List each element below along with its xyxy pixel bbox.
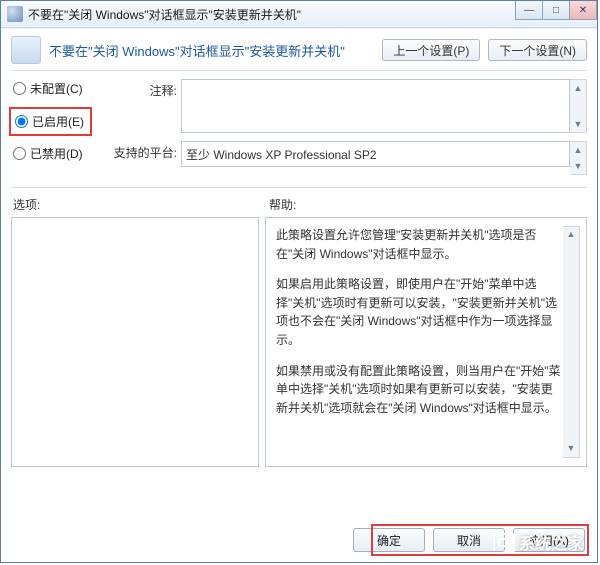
radio-disabled-label: 已禁用(D) [30,145,83,162]
comment-scrollbar[interactable]: ▲ ▼ [570,79,587,133]
help-text: 此策略设置允许您管理"安装更新并关机"选项是否在"关闭 Windows"对话框中… [276,226,563,458]
radio-enabled-label: 已启用(E) [32,113,84,130]
scroll-up-icon: ▲ [570,142,586,158]
help-scrollbar[interactable]: ▲ ▼ [563,226,580,458]
dialog-footer: 确定 取消 应用(A) [13,528,585,552]
highlight-enabled: 已启用(E) [9,107,92,136]
help-p2: 如果启用此策略设置，即使用户在"开始"菜单中选择"关机"选项时有更新可以安装，"… [276,275,563,349]
help-p1: 此策略设置允许您管理"安装更新并关机"选项是否在"关闭 Windows"对话框中… [276,226,563,263]
config-area: 未配置(C) 已启用(E) 已禁用(D) 注释: [11,79,587,183]
radio-not-configured[interactable]: 未配置(C) [11,79,101,98]
platform-value: 至少 Windows XP Professional SP2 [181,141,570,167]
close-button[interactable]: ✕ [569,1,597,20]
divider [11,187,587,188]
window-controls: — □ ✕ [516,1,597,20]
titlebar[interactable]: 不要在"关闭 Windows"对话框显示"安装更新并关机" — □ ✕ [1,1,597,28]
platform-row: 支持的平台: 至少 Windows XP Professional SP2 ▲ … [113,141,587,175]
next-setting-button[interactable]: 下一个设置(N) [488,39,587,61]
platform-scrollbar[interactable]: ▲ ▼ [570,141,587,175]
radio-column: 未配置(C) 已启用(E) 已禁用(D) [11,79,101,183]
help-pane: 此策略设置允许您管理"安装更新并关机"选项是否在"关闭 Windows"对话框中… [265,217,587,467]
scroll-down-icon: ▼ [570,158,586,174]
section-labels: 选项: 帮助: [11,196,587,213]
radio-enabled-input[interactable] [15,115,28,128]
content-area: 不要在"关闭 Windows"对话框显示"安装更新并关机" 上一个设置(P) 下… [1,28,597,467]
options-pane [11,217,259,467]
window-title: 不要在"关闭 Windows"对话框显示"安装更新并关机" [28,6,301,23]
radio-disabled[interactable]: 已禁用(D) [11,144,101,163]
platform-label: 支持的平台: [113,141,181,161]
minimize-button[interactable]: — [515,1,543,20]
policy-icon [11,36,41,64]
comment-label: 注释: [113,79,181,99]
lower-panes: 此策略设置允许您管理"安装更新并关机"选项是否在"关闭 Windows"对话框中… [11,217,587,467]
prev-setting-button[interactable]: 上一个设置(P) [382,39,480,61]
comment-input[interactable] [181,79,570,133]
radio-not-configured-input[interactable] [13,82,26,95]
right-column: 注释: ▲ ▼ 支持的平台: 至少 Windows XP Professiona… [113,79,587,183]
radio-not-configured-label: 未配置(C) [30,80,83,97]
help-label: 帮助: [269,196,296,213]
ok-button[interactable]: 确定 [353,528,425,552]
scroll-up-icon: ▲ [563,227,579,243]
apply-button[interactable]: 应用(A) [513,528,585,552]
dialog-window: 不要在"关闭 Windows"对话框显示"安装更新并关机" — □ ✕ 不要在"… [0,0,598,563]
cancel-button[interactable]: 取消 [433,528,505,552]
maximize-button[interactable]: □ [542,1,570,20]
divider [11,70,587,71]
scroll-down-icon: ▼ [570,116,586,132]
comment-row: 注释: ▲ ▼ [113,79,587,133]
radio-enabled[interactable]: 已启用(E) [13,112,86,131]
radio-disabled-input[interactable] [13,147,26,160]
options-label: 选项: [11,196,269,213]
window-icon [7,6,23,22]
header-row: 不要在"关闭 Windows"对话框显示"安装更新并关机" 上一个设置(P) 下… [11,36,587,64]
help-p3: 如果禁用或没有配置此策略设置，则当用户在"开始"菜单中选择"关机"选项时如果有更… [276,362,563,418]
policy-title: 不要在"关闭 Windows"对话框显示"安装更新并关机" [49,41,374,60]
scroll-up-icon: ▲ [570,80,586,96]
scroll-down-icon: ▼ [563,441,579,457]
